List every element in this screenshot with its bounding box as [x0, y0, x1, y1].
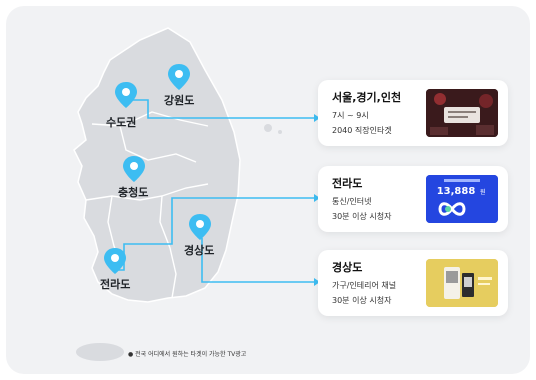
card-category: 가구/인테리어 채널	[332, 281, 397, 290]
ulleung-island	[264, 124, 272, 132]
card-category: 통신/인터넷	[332, 197, 372, 206]
region-label-sudogwon: 수도권	[106, 116, 137, 129]
card-time: 7시 ~ 9시	[332, 111, 369, 120]
thumbnail-image-gyeongsang	[426, 259, 498, 307]
region-label-chungcheong: 충청도	[118, 186, 149, 199]
peninsula-shape	[73, 27, 241, 303]
thumbnail-gyeongsang	[426, 259, 498, 307]
card-target: 30분 이상 시청자	[332, 212, 392, 221]
jeju-island	[76, 343, 124, 361]
dokdo-island	[278, 130, 282, 134]
info-card-jeolla: 전라도 통신/인터넷 30분 이상 시청자 13,888 원	[318, 166, 508, 232]
svg-text:원: 원	[480, 188, 486, 196]
thumbnail-image-jeolla: 13,888 원	[426, 175, 498, 223]
card-target: 2040 직장인타겟	[332, 126, 392, 135]
region-label-gangwon: 강원도	[164, 94, 195, 107]
region-label-jeolla: 전라도	[100, 278, 131, 291]
thumbnail-jeolla: 13,888 원	[426, 175, 498, 223]
card-title: 경상도	[332, 261, 363, 274]
info-card-seoul: 서울,경기,인천 7시 ~ 9시 2040 직장인타겟	[318, 80, 508, 146]
info-card-gyeongsang: 경상도 가구/인테리어 채널 30분 이상 시청자	[318, 250, 508, 316]
footnote: ● 전국 어디에서 원하는 타겟이 가능한 TV광고	[128, 351, 247, 358]
card-title: 서울,경기,인천	[332, 91, 402, 104]
card-title: 전라도	[332, 177, 363, 190]
thumbnail-amount: 13,888	[437, 186, 476, 197]
region-label-gyeongsang: 경상도	[184, 244, 215, 257]
thumbnail-image-seoul	[426, 89, 498, 137]
thumbnail-seoul	[426, 89, 498, 137]
card-target: 30분 이상 시청자	[332, 296, 392, 305]
